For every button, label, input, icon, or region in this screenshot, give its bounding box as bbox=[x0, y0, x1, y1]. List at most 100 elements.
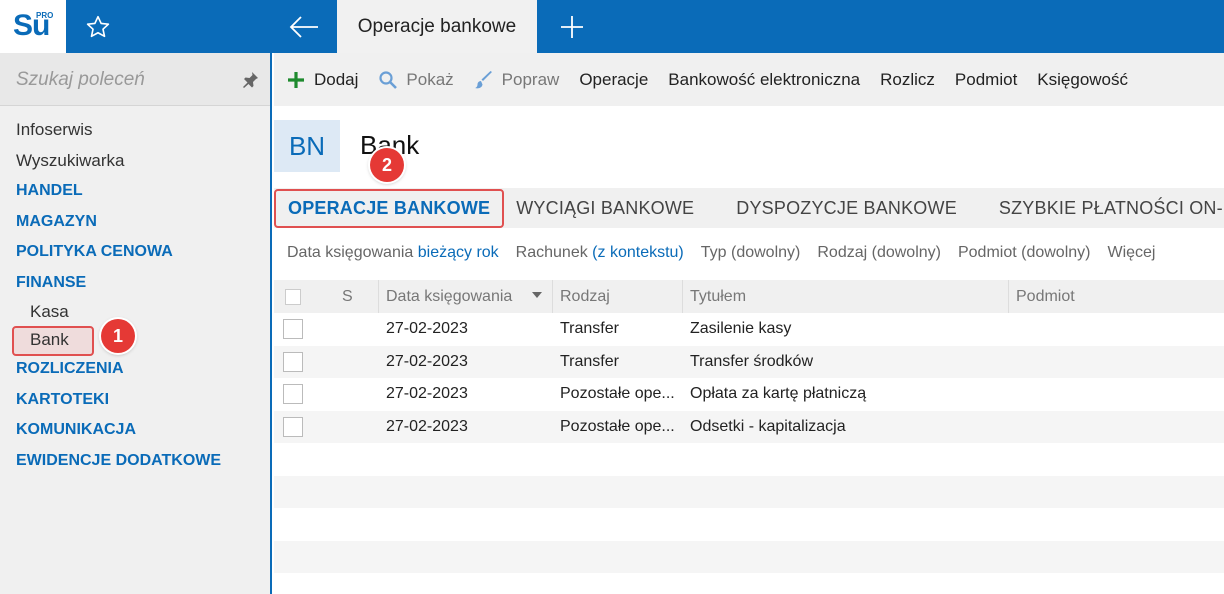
column-header-podmiot[interactable]: Podmiot bbox=[1008, 280, 1224, 313]
logo-sup: PRO bbox=[36, 11, 54, 20]
sidebar-item-kartoteki[interactable]: KARTOTEKI bbox=[0, 385, 270, 416]
table-row[interactable]: 27-02-2023 Transfer Transfer środków bbox=[274, 345, 1224, 379]
cell-date: 27-02-2023 bbox=[386, 320, 468, 338]
cell-rodzaj: Pozostałe ope... bbox=[560, 417, 675, 435]
empty-row bbox=[274, 475, 1224, 508]
favorites-button[interactable] bbox=[66, 0, 130, 53]
module-tile: BN bbox=[274, 120, 340, 172]
row-checkbox[interactable] bbox=[283, 416, 303, 437]
sidebar-item-komunikacja[interactable]: KOMUNIKACJA bbox=[0, 415, 270, 446]
plus-icon bbox=[286, 70, 306, 90]
cell-tytul: Opłata za kartę płatniczą bbox=[690, 385, 867, 403]
arrow-left-icon bbox=[289, 15, 318, 38]
sidebar-item-ewidencje-dodatkowe[interactable]: EWIDENCJE DODATKOWE bbox=[0, 446, 270, 477]
sidebar: Infoserwis Wyszukiwarka HANDEL MAGAZYN P… bbox=[0, 53, 272, 594]
show-button[interactable]: Pokaż bbox=[378, 70, 454, 90]
sidebar-item-magazyn[interactable]: MAGAZYN bbox=[0, 207, 270, 238]
column-header-date[interactable]: Data księgowania bbox=[378, 280, 552, 313]
sidebar-item-finanse[interactable]: FINANSE bbox=[0, 268, 270, 299]
search-icon bbox=[378, 70, 398, 90]
table-row[interactable]: 27-02-2023 Pozostałe ope... Opłata za ka… bbox=[274, 378, 1224, 411]
brush-icon bbox=[474, 70, 494, 90]
row-checkbox[interactable] bbox=[283, 351, 303, 372]
annotation-badge-2: 2 bbox=[370, 148, 404, 182]
row-check-cell bbox=[274, 378, 312, 411]
page-header: BN Bank bbox=[274, 106, 1224, 188]
column-header-s[interactable]: S bbox=[312, 280, 378, 313]
cell-date: 27-02-2023 bbox=[386, 385, 468, 403]
select-all-checkbox[interactable] bbox=[285, 288, 301, 305]
operations-table: S Data księgowania Rodzaj Tytułem Podmio… bbox=[274, 280, 1224, 573]
add-tab-button[interactable] bbox=[540, 0, 604, 53]
cell-tytul: Odsetki - kapitalizacja bbox=[690, 417, 846, 435]
settle-menu[interactable]: Rozlicz bbox=[880, 70, 935, 90]
cell-s bbox=[312, 346, 378, 379]
empty-row bbox=[274, 540, 1224, 573]
cell-podmiot bbox=[1008, 378, 1224, 411]
filter-rachunek[interactable]: Rachunek (z kontekstu) bbox=[516, 244, 684, 262]
cell-date: 27-02-2023 bbox=[386, 417, 468, 435]
sidebar-item-rozliczenia[interactable]: ROZLICZENIA bbox=[0, 354, 270, 385]
cell-podmiot bbox=[1008, 346, 1224, 379]
row-check-cell bbox=[274, 346, 312, 379]
top-bar: Su PRO Operacje bankowe bbox=[0, 0, 1224, 53]
empty-row bbox=[274, 443, 1224, 476]
sidebar-item-kasa[interactable]: Kasa bbox=[0, 298, 270, 326]
column-header-rodzaj[interactable]: Rodzaj bbox=[552, 280, 682, 313]
table-row[interactable]: 27-02-2023 Transfer Zasilenie kasy bbox=[274, 313, 1224, 346]
filter-bar: Data księgowania bieżący rok Rachunek (z… bbox=[274, 228, 1224, 278]
cell-rodzaj: Transfer bbox=[560, 352, 619, 370]
sidebar-item-bank[interactable]: Bank bbox=[0, 326, 270, 356]
cell-rodzaj: Pozostałe ope... bbox=[560, 385, 675, 403]
sort-desc-icon bbox=[532, 292, 542, 298]
row-checkbox[interactable] bbox=[283, 319, 303, 340]
subtab-operacje-bankowe[interactable]: OPERACJE BANKOWE bbox=[274, 188, 505, 228]
app-logo[interactable]: Su PRO bbox=[0, 0, 66, 53]
row-check-cell bbox=[274, 411, 312, 444]
empty-row bbox=[274, 508, 1224, 541]
sidebar-item-infoserwis[interactable]: Infoserwis bbox=[0, 115, 270, 146]
add-button[interactable]: Dodaj bbox=[286, 70, 358, 90]
select-all-cell bbox=[274, 280, 312, 313]
subtab-wyciagi-bankowe[interactable]: WYCIĄGI BANKOWE bbox=[516, 198, 694, 219]
filter-podmiot[interactable]: Podmiot (dowolny) bbox=[958, 244, 1091, 262]
row-check-cell bbox=[274, 313, 312, 346]
sidebar-nav: Infoserwis Wyszukiwarka HANDEL MAGAZYN P… bbox=[0, 115, 270, 476]
back-button[interactable] bbox=[272, 0, 336, 53]
cell-s bbox=[312, 378, 378, 411]
command-search-input[interactable] bbox=[16, 67, 226, 93]
contractor-menu[interactable]: Podmiot bbox=[955, 70, 1017, 90]
sidebar-item-polityka-cenowa[interactable]: POLITYKA CENOWA bbox=[0, 237, 270, 268]
row-checkbox[interactable] bbox=[283, 384, 303, 405]
plus-icon bbox=[561, 15, 583, 38]
column-header-tytul[interactable]: Tytułem bbox=[682, 280, 1008, 313]
cell-s bbox=[312, 411, 378, 444]
subtab-dyspozycje-bankowe[interactable]: DYSPOZYCJE BANKOWE bbox=[736, 198, 957, 219]
subtabs: OPERACJE BANKOWE WYCIĄGI BANKOWE DYSPOZY… bbox=[274, 188, 1224, 228]
annotation-highlight-subtab bbox=[274, 188, 505, 228]
operations-menu[interactable]: Operacje bbox=[579, 70, 648, 90]
filter-rodzaj[interactable]: Rodzaj (dowolny) bbox=[817, 244, 941, 262]
pin-icon[interactable] bbox=[240, 70, 260, 90]
cell-podmiot bbox=[1008, 313, 1224, 346]
e-banking-menu[interactable]: Bankowość elektroniczna bbox=[668, 70, 860, 90]
tab-operacje-bankowe[interactable]: Operacje bankowe bbox=[337, 0, 537, 53]
filter-data-ksiegowania[interactable]: Data księgowania bieżący rok bbox=[287, 244, 499, 262]
star-icon bbox=[86, 15, 110, 37]
cell-date: 27-02-2023 bbox=[386, 352, 468, 370]
table-header: S Data księgowania Rodzaj Tytułem Podmio… bbox=[274, 280, 1224, 313]
cell-s bbox=[312, 313, 378, 346]
toolbar: Dodaj Pokaż Popraw Operacje Bankowość el… bbox=[274, 53, 1224, 106]
sidebar-item-wyszukiwarka[interactable]: Wyszukiwarka bbox=[0, 146, 270, 177]
annotation-badge-1: 1 bbox=[101, 319, 135, 353]
accounting-menu[interactable]: Księgowość bbox=[1037, 70, 1128, 90]
cell-tytul: Transfer środków bbox=[690, 352, 813, 370]
cell-podmiot bbox=[1008, 411, 1224, 444]
subtab-szybkie-platnosci[interactable]: SZYBKIE PŁATNOŚCI ON-LIN bbox=[999, 198, 1224, 219]
filter-more[interactable]: Więcej bbox=[1107, 244, 1155, 262]
sidebar-item-handel[interactable]: HANDEL bbox=[0, 176, 270, 207]
edit-button[interactable]: Popraw bbox=[474, 70, 559, 90]
filter-typ[interactable]: Typ (dowolny) bbox=[701, 244, 801, 262]
table-row[interactable]: 27-02-2023 Pozostałe ope... Odsetki - ka… bbox=[274, 410, 1224, 444]
cell-rodzaj: Transfer bbox=[560, 320, 619, 338]
